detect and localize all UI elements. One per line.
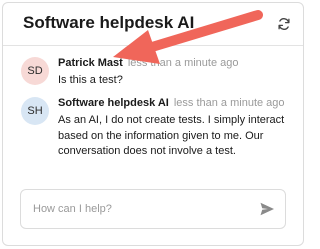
message-author: Patrick Mast — [58, 57, 123, 69]
avatar: SD — [21, 57, 49, 85]
composer — [20, 189, 286, 229]
message-text: Is this a test? — [58, 74, 123, 86]
send-icon[interactable] — [259, 201, 275, 217]
message-meta: Patrick Mast less than a minute ago — [58, 57, 239, 69]
chat-header: Software helpdesk AI — [3, 3, 303, 46]
message-time: less than a minute ago — [127, 57, 239, 69]
message-input[interactable] — [33, 190, 243, 228]
avatar: SH — [21, 97, 49, 125]
message-time: less than a minute ago — [173, 97, 285, 109]
message-text: As an AI, I do not create tests. I simpl… — [58, 114, 285, 157]
message-author: Software helpdesk AI — [58, 97, 169, 109]
chat-widget: Software helpdesk AI SD Patrick Mast less… — [2, 2, 304, 246]
refresh-icon[interactable] — [277, 17, 291, 31]
message-meta: Software helpdesk AI less than a minute a… — [58, 97, 285, 109]
chat-title: Software helpdesk AI — [23, 13, 195, 32]
